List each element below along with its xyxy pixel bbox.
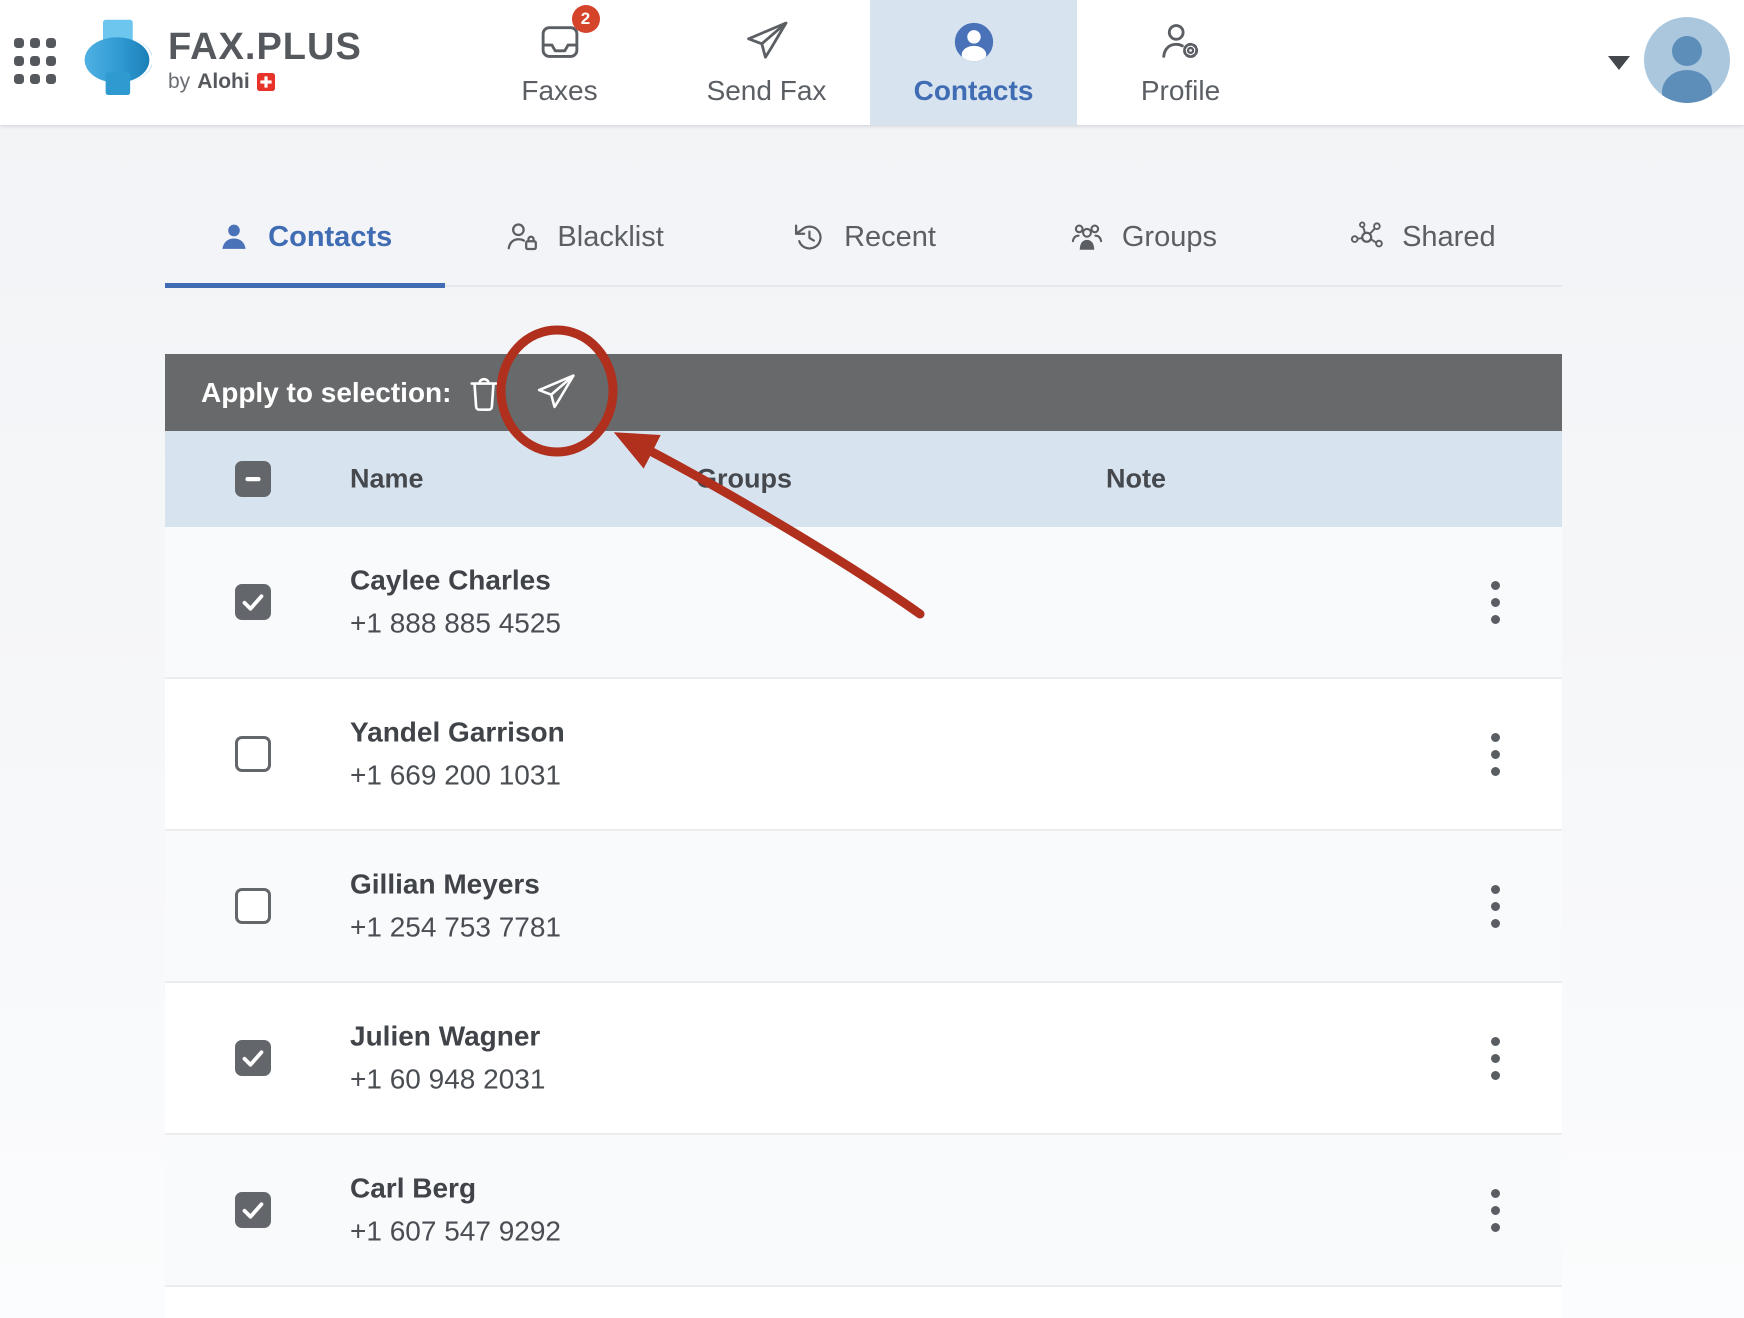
contact-name: Carl Berg (350, 1173, 561, 1205)
tab-shared[interactable]: Shared (1283, 189, 1562, 285)
logo-title: FAX.PLUS (168, 27, 362, 67)
contact-number: +1 888 885 4525 (350, 608, 561, 640)
contact-number: +1 60 948 2031 (350, 1064, 545, 1096)
contact-number: +1 254 753 7781 (350, 912, 561, 944)
table-row: Julien Wagner +1 60 948 2031 (165, 983, 1562, 1135)
table-row: Gillian Meyers +1 254 753 7781 (165, 831, 1562, 983)
table-row-partial (165, 1287, 1562, 1318)
kebab-menu[interactable] (1475, 730, 1515, 778)
table-header-row: Name Groups Note (165, 431, 1562, 527)
tab-blacklist[interactable]: Blacklist (444, 189, 723, 285)
contact-number: +1 669 200 1031 (350, 760, 565, 792)
primary-nav: 2 Faxes Send Fax (456, 0, 1284, 125)
table-row: Carl Berg +1 607 547 9292 (165, 1135, 1562, 1287)
tab-recent[interactable]: Recent (724, 189, 1003, 285)
inbox-icon: 2 (537, 18, 583, 66)
tab-groups[interactable]: Groups (1003, 189, 1282, 285)
contacts-table: Name Groups Note Caylee Charles +1 888 8… (165, 431, 1562, 1318)
apply-to-selection-bar: Apply to selection: (165, 354, 1562, 431)
faxplus-logo[interactable]: FAX.PLUS by Alohi (82, 12, 362, 108)
person-circle-icon (951, 18, 997, 66)
send-fax-icon[interactable] (534, 371, 578, 415)
contact-name: Caylee Charles (350, 565, 561, 597)
nav-item-profile[interactable]: Profile (1077, 0, 1284, 125)
contact-number: +1 607 547 9292 (350, 1216, 561, 1248)
row-checkbox[interactable] (235, 736, 271, 772)
trash-icon[interactable] (463, 371, 505, 415)
kebab-menu[interactable] (1475, 1186, 1515, 1234)
table-row: Yandel Garrison +1 669 200 1031 (165, 679, 1562, 831)
column-header-groups: Groups (696, 464, 792, 495)
faxplus-logo-icon (82, 12, 152, 108)
row-checkbox[interactable] (235, 1192, 271, 1228)
select-all-checkbox[interactable] (235, 461, 271, 497)
contacts-tab-bar: Contacts Blacklist Recent (165, 189, 1562, 287)
column-header-name: Name (350, 464, 424, 495)
person-lock-icon (504, 219, 540, 255)
avatar[interactable] (1644, 17, 1730, 103)
person-gear-icon (1158, 18, 1204, 66)
apply-to-selection-label: Apply to selection: (201, 377, 451, 409)
active-tab-underline (165, 283, 445, 288)
kebab-menu[interactable] (1475, 578, 1515, 626)
row-checkbox[interactable] (235, 584, 271, 620)
row-checkbox[interactable] (235, 1040, 271, 1076)
nav-item-send-fax[interactable]: Send Fax (663, 0, 870, 125)
person-icon (217, 220, 251, 254)
people-icon (1069, 219, 1105, 255)
unread-badge: 2 (572, 5, 600, 33)
kebab-menu[interactable] (1475, 882, 1515, 930)
share-network-icon (1349, 219, 1385, 255)
table-row: Caylee Charles +1 888 885 4525 (165, 527, 1562, 679)
logo-byline: by (168, 70, 190, 94)
kebab-menu[interactable] (1475, 1034, 1515, 1082)
apps-grid-icon[interactable] (14, 38, 56, 84)
nav-item-faxes[interactable]: 2 Faxes (456, 0, 663, 125)
top-navigation-bar: FAX.PLUS by Alohi 2 (0, 0, 1744, 125)
column-header-note: Note (1106, 464, 1166, 495)
paper-plane-icon (743, 18, 791, 66)
contact-name: Julien Wagner (350, 1021, 545, 1053)
tab-contacts[interactable]: Contacts (165, 189, 444, 285)
logo-brand: Alohi (197, 70, 250, 94)
row-checkbox[interactable] (235, 888, 271, 924)
nav-item-contacts[interactable]: Contacts (870, 0, 1077, 125)
contact-name: Gillian Meyers (350, 869, 561, 901)
contact-name: Yandel Garrison (350, 717, 565, 749)
caret-down-icon[interactable] (1608, 56, 1630, 70)
history-icon (791, 219, 827, 255)
swiss-flag-icon (257, 73, 275, 91)
